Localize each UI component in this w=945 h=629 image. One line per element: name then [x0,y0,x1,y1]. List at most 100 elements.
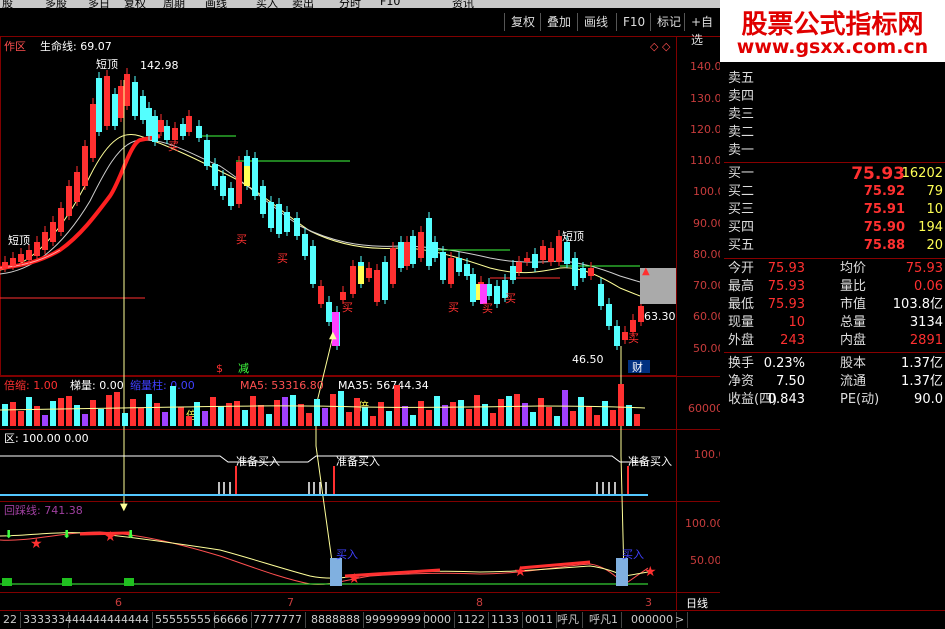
quote-cell: 外盘 [728,333,755,348]
formula-tab[interactable]: 99999999 [362,612,425,628]
formula-tab[interactable]: 0011 [522,612,557,628]
formula-tab[interactable]: 000000 [628,612,677,628]
scroll-icon[interactable]: ◇ ◇ [650,40,671,53]
osc-tick: 100.00 [685,517,720,530]
candle-body [572,258,578,286]
mark-button[interactable]: 标记 [650,13,687,31]
formula-tab[interactable]: 444444444444 [62,612,153,628]
formula-tab[interactable]: 呼凡 [554,612,583,628]
volume-bar [594,415,600,426]
quote-cell: 换手 [728,356,755,371]
formula-tab[interactable]: 22 [0,612,21,628]
menu-item[interactable]: 资讯 [452,0,474,8]
volume-bar [322,408,328,426]
formula-tab[interactable]: 呼凡1 [586,612,622,628]
price-tick: 120.00 [690,123,720,136]
formula-tab[interactable]: 55555555 [152,612,215,628]
volume-tick: 60000 [688,402,720,415]
candle-body [382,262,388,300]
candle-body [196,126,202,138]
svg-text:★: ★ [30,536,43,552]
candle-body [152,116,158,142]
quote-cell: 0.843 [767,392,805,407]
svg-text:⬇: ⬇ [126,528,135,541]
quote-cell: 最高 [728,279,755,294]
volume-bar [202,411,208,426]
quote-cell: 10 [788,315,805,330]
volume-bar [2,404,8,426]
candle-body [42,232,48,250]
quote-cell: 0.23% [763,356,805,371]
menu-item[interactable]: 多日 [88,0,110,8]
candle-body [26,250,32,260]
volume-bar [274,400,280,426]
volume-bar [530,412,536,426]
volume-bar [266,414,272,426]
overlay-button[interactable]: 叠加 [540,13,577,31]
formula-tab[interactable]: > [672,612,689,628]
kline-chart[interactable]: 作区 生命线: 69.07 ◇ ◇ 140.00 130.00 120.00 1… [0,36,720,610]
low-price-label: 46.50 [572,353,604,366]
volume-bar [82,414,88,426]
short-top-label: 短顶 [96,57,118,71]
formula-tab[interactable]: 0000 [420,612,455,628]
menu-item[interactable]: 买入 [256,0,278,8]
candle-body [532,254,538,268]
quote-row: 换手 0.23% 股本 1.37亿 [724,355,945,373]
menu-item[interactable]: 分时 [339,0,361,8]
candle-body [564,242,570,264]
volume-bar [426,410,432,426]
quote-row: 卖一 [724,142,945,160]
ready-buy-label: 准备买入 [628,454,672,468]
menu-item[interactable]: 卖出 [292,0,314,8]
quote-cell: 流通 [840,374,867,389]
quote-cell: 今开 [728,261,755,276]
quote-panel: 卖五 卖四 卖三 卖二 卖一 买一 75.93 16202 买二 75.92 79 买三 75.91 10… [724,62,945,610]
menu-item[interactable]: F10 [380,0,400,8]
volume-bar [634,414,640,426]
volume-bar [258,405,264,426]
quote-cell: 75.93 [905,261,943,276]
quote-cell: 均价 [840,261,867,276]
formula-tab[interactable]: 1133 [488,612,523,628]
f10-button[interactable]: F10 [616,13,651,31]
quote-cell: 2891 [909,333,943,348]
candle-body [112,94,118,126]
period-label[interactable]: 日线 [686,596,708,610]
volume-bar [50,401,56,426]
volume-bar [114,392,120,426]
candle-body [432,242,438,258]
menu-item[interactable]: 画线 [205,0,227,8]
menu-item[interactable]: 多股 [45,0,67,8]
candle-body [510,266,516,280]
formula-tab[interactable]: 66666 [210,612,252,628]
formula-tab[interactable]: 8888888 [308,612,364,628]
quote-cell: 内盘 [840,333,867,348]
volume-bar [394,385,400,426]
candle-body [630,320,636,332]
formula-tab[interactable]: 1122 [454,612,489,628]
draw-line-button[interactable]: 画线 [577,13,614,31]
formula-tab[interactable]: 7777777 [250,612,306,628]
candle-body [186,116,192,132]
volume-bar [474,395,480,426]
add-watchlist-button[interactable]: +自选 [684,13,720,47]
volume-bar [186,416,192,426]
short-top-label: 短顶 [8,233,30,247]
candle-body [302,234,308,256]
quote-cell: 0.06 [914,279,943,294]
price-tick: 140.00 [690,60,720,73]
candle-body [236,162,242,204]
quote-row: 卖四 [724,88,945,106]
menu-item[interactable]: 股 [2,0,13,8]
candle-body [268,202,274,228]
volume-bar [570,411,576,426]
fuquan-button[interactable]: 复权 [504,13,541,31]
volume-bar [218,406,224,426]
menu-item[interactable]: 复权 [124,0,146,8]
candle-body [276,204,282,234]
volume-bar [74,405,80,426]
menu-item[interactable]: 周期 [163,0,185,8]
quote-cell: 量比 [840,279,867,294]
signal-link-line [620,346,625,577]
